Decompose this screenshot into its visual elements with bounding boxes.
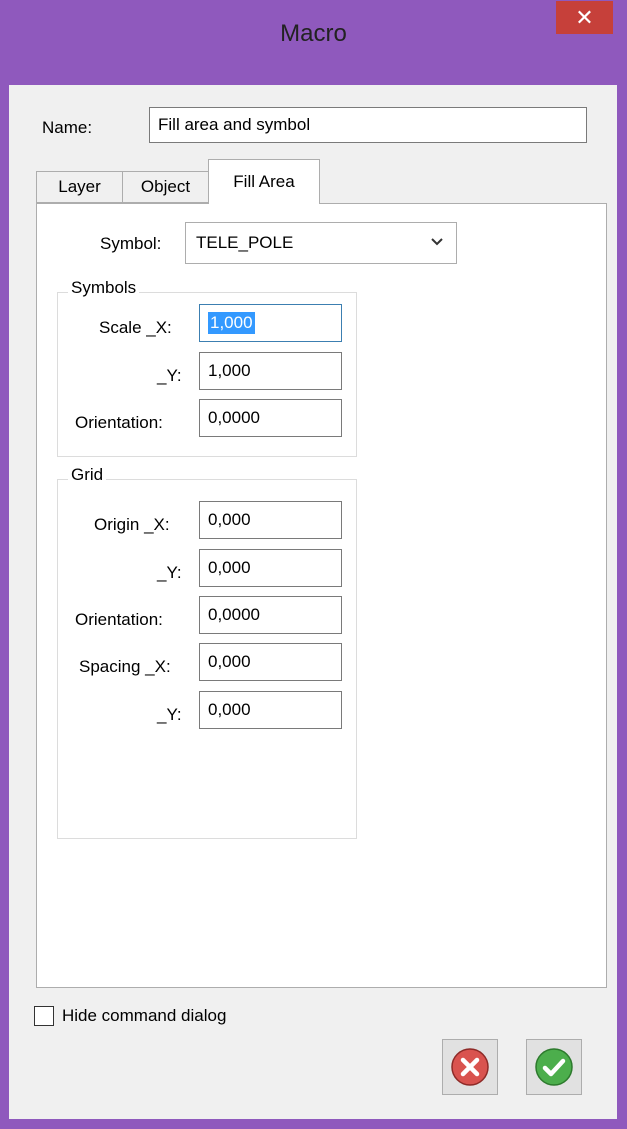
name-input[interactable]: Fill area and symbol: [149, 107, 587, 143]
scale-y-value: 1,000: [208, 361, 251, 380]
chevron-down-icon: [431, 238, 443, 246]
spacing-x-value: 0,000: [208, 652, 251, 671]
symbol-orientation-label: Orientation:: [75, 413, 163, 432]
check-icon: [535, 1048, 573, 1086]
spacing-x-input[interactable]: 0,000: [199, 643, 342, 681]
symbol-label: Symbol:: [100, 234, 162, 253]
origin-y-value: 0,000: [208, 558, 251, 577]
scale-x-label: Scale _X:: [99, 318, 172, 337]
title-bar: Macro ✕: [0, 0, 627, 85]
symbol-value: TELE_POLE: [196, 233, 294, 252]
origin-x-input[interactable]: 0,000: [199, 501, 342, 539]
scale-x-input[interactable]: 1,000: [199, 304, 342, 342]
cancel-icon: [451, 1048, 489, 1086]
window-title: Macro: [280, 20, 347, 47]
scale-y-label: _Y:: [157, 366, 182, 385]
macro-dialog: Macro ✕ Name: Fill area and symbol Layer…: [0, 0, 627, 1129]
grid-orientation-value: 0,0000: [208, 605, 260, 624]
grid-orientation-label: Orientation:: [75, 610, 163, 629]
spacing-y-value: 0,000: [208, 700, 251, 719]
name-label: Name:: [42, 118, 93, 137]
tab-layer[interactable]: Layer: [36, 171, 123, 203]
origin-x-label: Origin _X:: [94, 515, 170, 534]
ok-button[interactable]: [526, 1039, 582, 1095]
scale-y-input[interactable]: 1,000: [199, 352, 342, 390]
hide-dialog-label: Hide command dialog: [62, 1006, 227, 1025]
origin-x-value: 0,000: [208, 510, 251, 529]
close-icon: ✕: [575, 5, 594, 30]
origin-y-input[interactable]: 0,000: [199, 549, 342, 587]
symbol-orientation-value: 0,0000: [208, 408, 260, 427]
hide-dialog-checkbox[interactable]: [34, 1006, 54, 1026]
grid-orientation-input[interactable]: 0,0000: [199, 596, 342, 634]
grid-group-title: Grid: [68, 465, 107, 485]
tab-layer-label: Layer: [58, 177, 101, 196]
tab-fill-area-label: Fill Area: [233, 172, 295, 191]
close-button[interactable]: ✕: [556, 1, 613, 34]
tab-object[interactable]: Object: [122, 171, 209, 203]
dialog-body: Name: Fill area and symbol Layer Object …: [9, 85, 617, 1119]
tab-fill-area[interactable]: Fill Area: [208, 159, 320, 204]
scale-x-value: 1,000: [208, 312, 255, 334]
spacing-y-label: _Y:: [157, 705, 182, 724]
symbol-orientation-input[interactable]: 0,0000: [199, 399, 342, 437]
origin-y-label: _Y:: [157, 563, 182, 582]
name-value: Fill area and symbol: [158, 115, 311, 134]
fill-area-panel: Symbol: TELE_POLE Symbols Scale _X: 1,00…: [36, 203, 607, 988]
spacing-y-input[interactable]: 0,000: [199, 691, 342, 729]
tab-object-label: Object: [140, 177, 191, 196]
symbol-select[interactable]: TELE_POLE: [185, 222, 457, 264]
symbols-group-title: Symbols: [68, 278, 140, 298]
cancel-button[interactable]: [442, 1039, 498, 1095]
spacing-x-label: Spacing _X:: [79, 657, 171, 676]
